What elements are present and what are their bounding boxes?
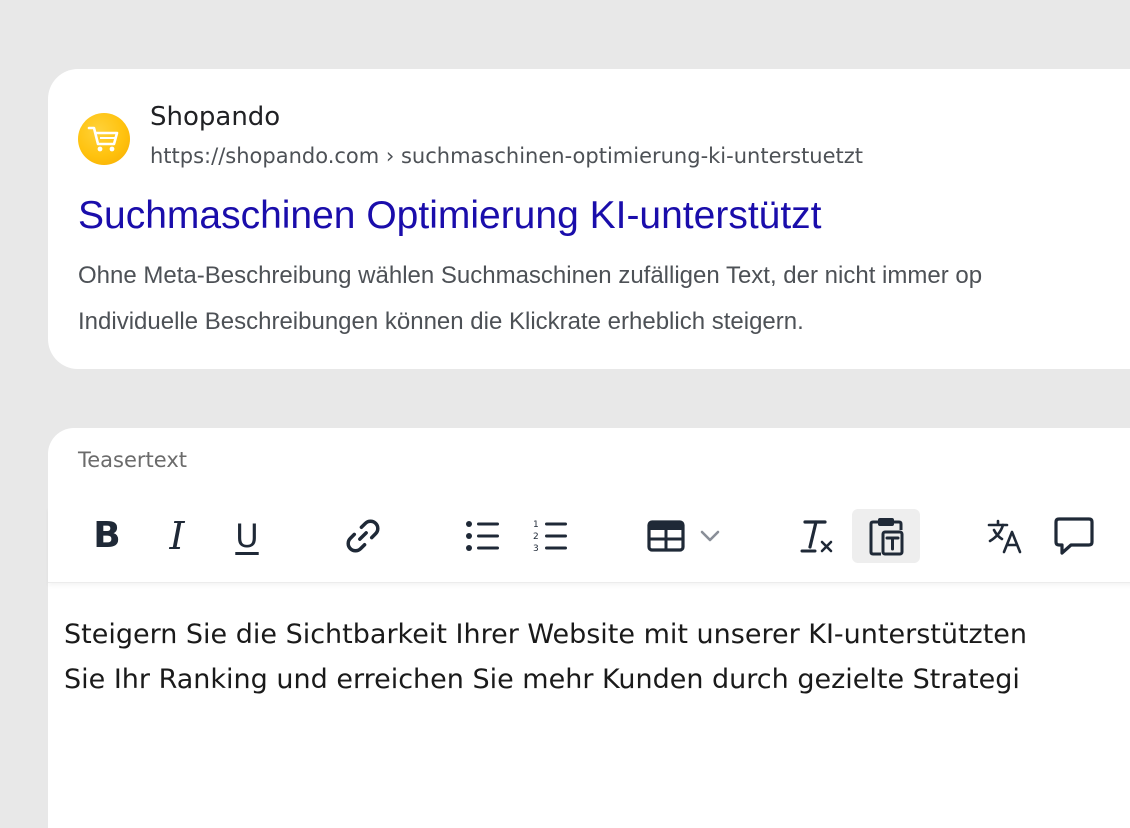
site-name: Shopando <box>150 102 281 132</box>
italic-icon: I <box>169 514 185 558</box>
editor-label: Teasertext <box>78 448 187 472</box>
underline-icon: U <box>235 517 259 555</box>
table-button[interactable] <box>646 509 722 563</box>
serp-description-line: Ohne Meta-Beschreibung wählen Suchmaschi… <box>78 262 983 289</box>
underline-button[interactable]: U <box>224 509 270 563</box>
link-icon <box>346 519 380 553</box>
editor-toolbar: B I U 1 2 3 <box>48 506 1130 583</box>
serp-preview-card: Shopando https://shopando.com › suchmasc… <box>48 69 1130 369</box>
translate-icon <box>987 519 1022 554</box>
svg-text:2: 2 <box>533 532 539 542</box>
serp-description: Ohne Meta-Beschreibung wählen Suchmaschi… <box>78 253 982 345</box>
site-url[interactable]: https://shopando.com › suchmaschinen-opt… <box>150 144 863 168</box>
paste-as-text-icon <box>869 518 904 556</box>
clear-formatting-icon <box>800 520 833 553</box>
bullet-list-button[interactable] <box>458 509 508 563</box>
translate-button[interactable] <box>980 509 1030 563</box>
clear-formatting-button[interactable] <box>794 509 840 563</box>
numbered-list-button[interactable]: 1 2 3 <box>526 509 576 563</box>
serp-title[interactable]: Suchmaschinen Optimierung KI-unterstützt <box>78 194 822 238</box>
editor-content-line: Sie Ihr Ranking und erreichen Sie mehr K… <box>64 664 1020 695</box>
editor-content-area[interactable]: Steigern Sie die Sichtbarkeit Ihrer Webs… <box>64 612 1027 702</box>
link-button[interactable] <box>338 509 388 563</box>
numbered-list-icon: 1 2 3 <box>533 520 567 554</box>
site-logo <box>78 113 130 165</box>
bullet-list-icon <box>466 521 499 551</box>
comment-icon <box>1054 517 1094 555</box>
bold-icon: B <box>93 515 121 556</box>
bold-button[interactable]: B <box>84 509 130 563</box>
svg-text:3: 3 <box>533 544 539 554</box>
paste-as-text-button[interactable] <box>852 509 920 563</box>
svg-text:1: 1 <box>533 520 539 530</box>
serp-description-line: Individuelle Beschreibungen können die K… <box>78 308 804 335</box>
italic-button[interactable]: I <box>154 509 200 563</box>
teaser-editor-card: Teasertext B I U 1 2 3 Steigern Sie die … <box>48 428 1130 828</box>
editor-content-line: Steigern Sie die Sichtbarkeit Ihrer Webs… <box>64 619 1028 650</box>
comment-button[interactable] <box>1048 509 1100 563</box>
chevron-down-icon <box>700 530 720 542</box>
shopping-cart-icon <box>87 126 119 152</box>
table-icon <box>647 520 685 552</box>
